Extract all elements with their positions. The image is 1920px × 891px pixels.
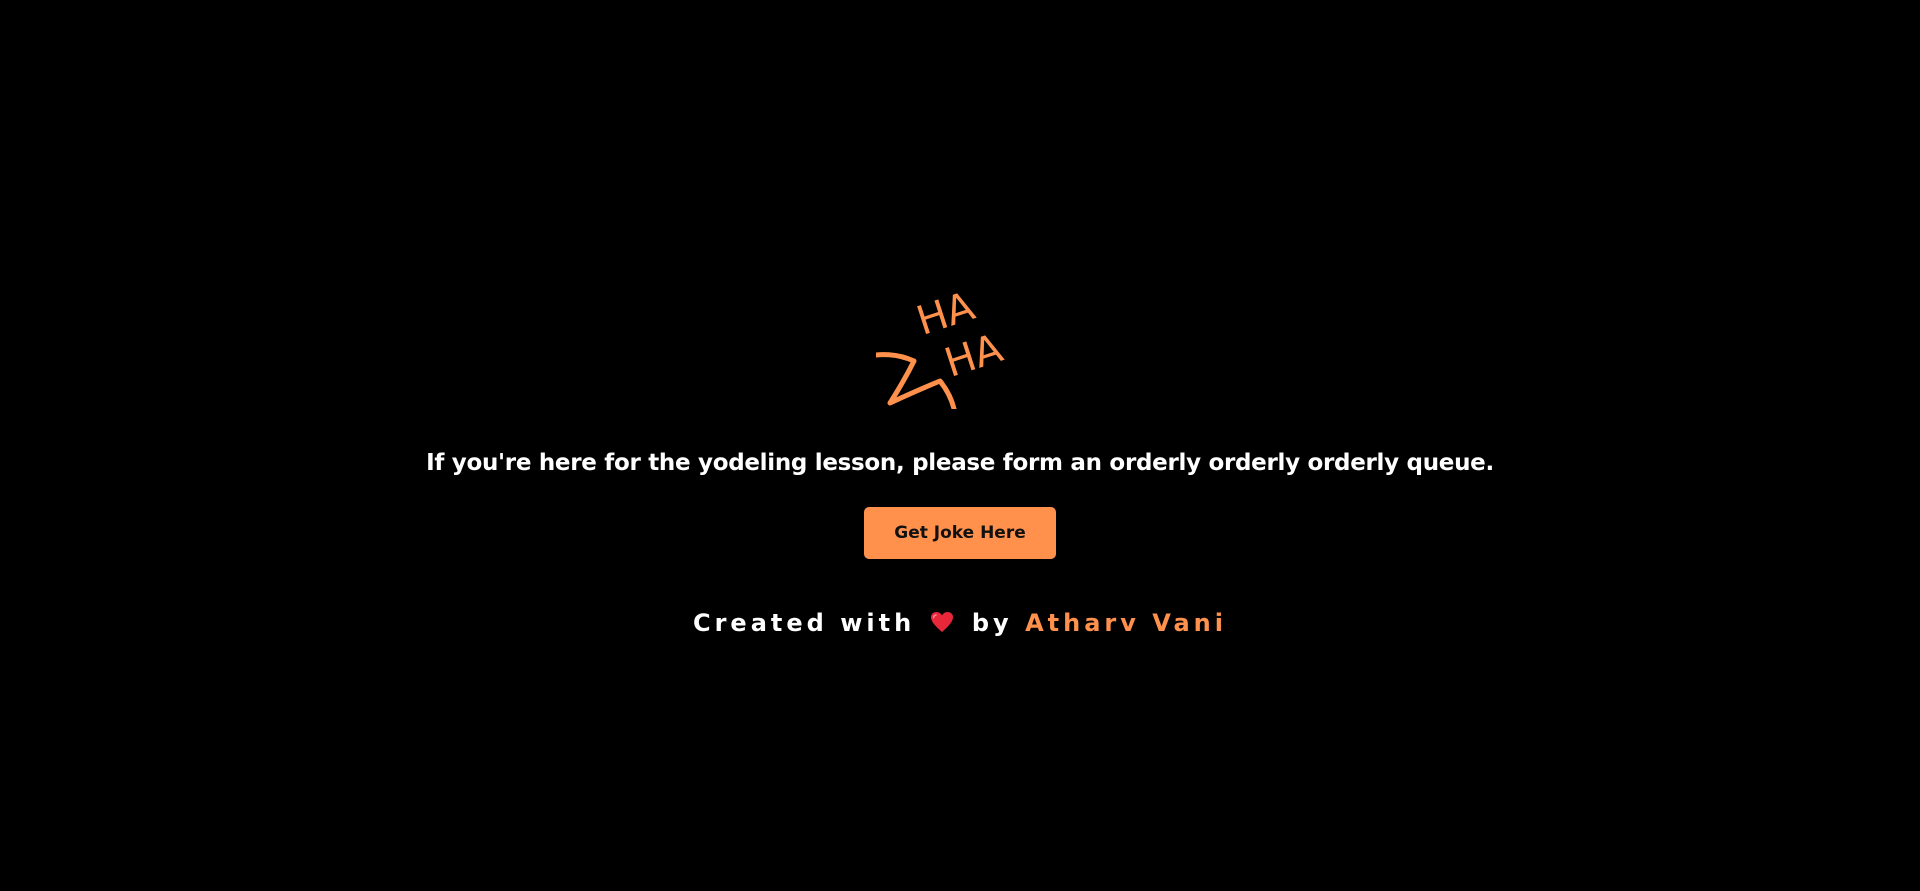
heart-icon [930,612,953,632]
joke-text: If you're here for the yodeling lesson, … [426,450,1494,476]
haha-speech-bubble-icon: HA HA [876,283,1009,409]
footer-by: by [971,609,1013,637]
get-joke-button[interactable]: Get Joke Here [864,507,1056,559]
author-link[interactable]: Atharv Vani [1025,609,1227,637]
page: HA HA If you're here for the yodeling le… [0,0,1920,891]
footer-prefix: Created with [692,609,916,637]
footer-credit: Created with by Atharv Vani [0,607,1920,639]
